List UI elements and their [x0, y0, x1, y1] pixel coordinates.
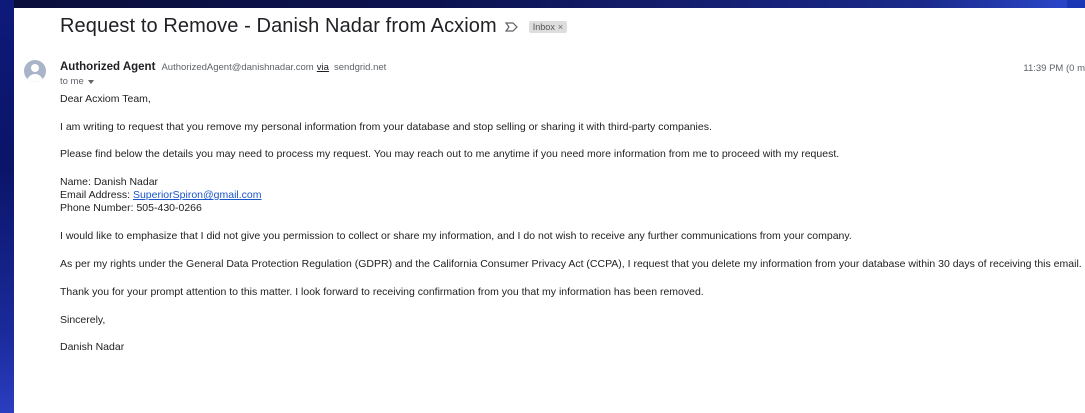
- via-domain: sendgrid.net: [334, 62, 387, 73]
- contact-name-line: Name: Danish Nadar: [60, 176, 159, 188]
- inbox-label-badge: Inbox ×: [528, 20, 568, 33]
- email-timestamp: 11:39 PM (0 m: [1023, 63, 1085, 74]
- email-paragraph-2: Please find below the details you may ne…: [60, 148, 840, 160]
- contact-phone-line: Phone Number: 505-430-0266: [60, 202, 202, 214]
- sender-email: AuthorizedAgent@danishnadar.com: [161, 62, 314, 73]
- email-greeting: Dear Acxiom Team,: [60, 93, 151, 105]
- sender-avatar[interactable]: [24, 60, 46, 82]
- sender-name[interactable]: Authorized Agent: [60, 61, 155, 73]
- email-paragraph-5: Thank you for your prompt attention to t…: [60, 286, 704, 298]
- email-subject: Request to Remove - Danish Nadar from Ac…: [60, 15, 497, 37]
- subject-row: Request to Remove - Danish Nadar from Ac…: [60, 15, 568, 38]
- email-paragraph-4: As per my rights under the General Data …: [60, 258, 1082, 270]
- recipient-row[interactable]: to me: [60, 76, 94, 87]
- background-top-edge: [0, 0, 1085, 8]
- email-view-panel: Request to Remove - Danish Nadar from Ac…: [14, 8, 1085, 413]
- screen-frame: Request to Remove - Danish Nadar from Ac…: [0, 0, 1085, 413]
- avatar-icon-body: [27, 74, 43, 82]
- inbox-label-text: Inbox: [532, 21, 555, 32]
- via-link[interactable]: via: [317, 62, 329, 73]
- email-paragraph-1: I am writing to request that you remove …: [60, 121, 712, 133]
- avatar-icon-head: [31, 64, 39, 72]
- remove-label-button[interactable]: ×: [558, 22, 563, 32]
- chevron-down-icon[interactable]: [87, 79, 94, 84]
- sender-row: Authorized Agent AuthorizedAgent@danishn…: [60, 61, 386, 73]
- recipient-label: to me: [60, 76, 84, 87]
- background-left-edge: [0, 0, 14, 413]
- contact-email-line: Email Address: SuperiorSpiron@gmail.com: [60, 189, 262, 202]
- contact-email-link[interactable]: SuperiorSpiron@gmail.com: [133, 189, 262, 201]
- email-closing: Sincerely,: [60, 314, 106, 326]
- email-paragraph-3: I would like to emphasize that I did not…: [60, 230, 852, 242]
- importance-marker-icon[interactable]: [504, 20, 519, 34]
- contact-email-label: Email Address:: [60, 189, 133, 201]
- email-signature: Danish Nadar: [60, 341, 125, 353]
